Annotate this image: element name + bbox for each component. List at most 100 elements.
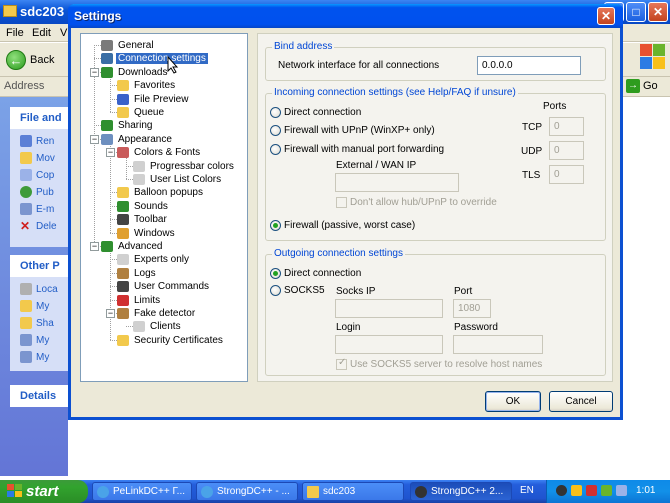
tree-item-label: Experts only xyxy=(134,254,190,266)
tree-expander-appearance[interactable]: − xyxy=(90,134,99,144)
tree-item-label: Advanced xyxy=(118,241,163,252)
tree-item-label: General xyxy=(118,40,154,51)
tree-item-clients[interactable]: Clients xyxy=(133,320,183,333)
radio-icon xyxy=(270,268,281,279)
socks5-radio[interactable]: SOCKS5 xyxy=(270,285,325,296)
tree-expander-downloads[interactable]: − xyxy=(90,67,99,77)
passive-firewall-radio[interactable]: Firewall (passive, worst case) xyxy=(270,220,415,231)
tree-connector xyxy=(110,219,117,221)
tree-item-logs[interactable]: Logs xyxy=(117,267,158,280)
tree-item-progressbar-colors[interactable]: Progressbar colors xyxy=(133,160,236,173)
ports-label: Ports xyxy=(543,101,567,112)
place-link-my-computer[interactable]: My xyxy=(20,334,49,346)
delete-icon: ✕ xyxy=(20,219,31,233)
tree-item-security-certificates[interactable]: Security Certificates xyxy=(117,334,225,347)
tree-expander-colors-fonts[interactable]: − xyxy=(106,148,115,158)
tree-expander-fake-detector[interactable]: − xyxy=(106,309,115,318)
network-tray-icon[interactable] xyxy=(601,485,612,496)
go-button[interactable]: → Go xyxy=(626,79,658,93)
taskbar-button-strongdc[interactable]: StrongDC++ - ... xyxy=(196,482,298,501)
settings-close-button[interactable]: ✕ xyxy=(597,7,615,25)
socks-ip-input[interactable] xyxy=(335,299,443,318)
tree-item-experts-only[interactable]: Experts only xyxy=(117,253,191,266)
network-interface-input[interactable] xyxy=(477,56,581,75)
tree-item-appearance[interactable]: Appearance xyxy=(101,133,174,146)
resolve-hostnames-checkbox[interactable]: Use SOCKS5 server to resolve host names xyxy=(336,357,542,370)
task-link-delete[interactable]: ✕ Dele xyxy=(20,220,57,232)
file-tasks-header[interactable]: File and xyxy=(10,107,68,129)
task-link-rename[interactable]: Ren xyxy=(20,135,54,147)
tree-expander-advanced[interactable]: − xyxy=(90,242,99,251)
tree-item-queue[interactable]: Queue xyxy=(117,106,166,119)
menu-view[interactable]: V xyxy=(60,27,67,39)
strongdc-tray-icon[interactable] xyxy=(556,485,567,496)
task-link-copy[interactable]: Cop xyxy=(20,169,54,181)
tree-connector xyxy=(110,286,117,288)
outgoing-group: Outgoing connection settings Direct conn… xyxy=(265,248,606,376)
tree-item-limits[interactable]: Limits xyxy=(117,294,162,307)
tree-item-balloon-popups[interactable]: Balloon popups xyxy=(117,186,205,199)
tcp-port-input[interactable] xyxy=(549,117,584,136)
folder-icon xyxy=(307,485,319,498)
outgoing-direct-radio[interactable]: Direct connection xyxy=(270,268,361,279)
start-button[interactable]: start xyxy=(0,480,88,503)
details-header[interactable]: Details xyxy=(10,385,68,407)
drive-icon xyxy=(20,283,32,295)
password-input[interactable] xyxy=(453,335,543,354)
udp-port-input[interactable] xyxy=(549,141,584,160)
antivirus-tray-icon[interactable] xyxy=(586,485,597,496)
other-places-header[interactable]: Other P xyxy=(10,255,68,277)
task-link-publish[interactable]: Pub xyxy=(20,186,54,198)
security-tray-icon[interactable] xyxy=(571,485,582,496)
go-label: Go xyxy=(643,80,658,92)
place-link-my-network[interactable]: My xyxy=(20,351,49,363)
back-button[interactable]: ← Back xyxy=(6,48,54,72)
tree-item-windows[interactable]: Windows xyxy=(117,227,177,240)
tree-item-general[interactable]: General xyxy=(101,39,156,52)
network-interface-label: Network interface for all connections xyxy=(278,60,440,71)
place-link-local[interactable]: Loca xyxy=(20,283,58,295)
ok-button[interactable]: OK xyxy=(485,391,541,412)
tree-item-file-preview[interactable]: File Preview xyxy=(117,93,190,106)
taskbar-button-pelinkdc[interactable]: PeLinkDC++ Г... xyxy=(92,482,192,501)
tree-item-favorites[interactable]: Favorites xyxy=(117,79,177,92)
external-ip-input[interactable] xyxy=(335,173,459,192)
tree-item-sharing[interactable]: Sharing xyxy=(101,119,154,132)
tree-item-sounds[interactable]: Sounds xyxy=(117,200,170,213)
language-indicator[interactable]: EN xyxy=(520,485,534,496)
taskbar-button-strongdc-2[interactable]: StrongDC++ 2... xyxy=(410,482,512,501)
place-link-shared[interactable]: Sha xyxy=(20,317,54,329)
manual-forwarding-radio[interactable]: Firewall with manual port forwarding xyxy=(270,144,444,155)
upnp-radio[interactable]: Firewall with UPnP (WinXP+ only) xyxy=(270,125,435,136)
port-label: Port xyxy=(454,286,473,297)
checkbox-icon xyxy=(336,357,347,370)
tree-connector xyxy=(126,179,133,180)
dont-allow-override-checkbox[interactable]: Don't allow hub/UPnP to override xyxy=(336,197,497,208)
volume-tray-icon[interactable] xyxy=(616,485,627,496)
task-link-email[interactable]: E-m xyxy=(20,203,54,215)
menu-edit[interactable]: Edit xyxy=(32,27,51,39)
socks-port-input[interactable] xyxy=(453,299,491,318)
menu-file[interactable]: File xyxy=(6,27,24,39)
task-link-move[interactable]: Mov xyxy=(20,152,55,164)
tree-item-user-commands[interactable]: User Commands xyxy=(117,280,211,293)
close-button[interactable]: ✕ xyxy=(648,2,668,22)
tree-item-connection-settings[interactable]: Connection settings xyxy=(101,52,208,65)
tree-item-toolbar[interactable]: Toolbar xyxy=(117,213,169,226)
tree-item-label: User List Colors xyxy=(150,174,222,185)
password-label: Password xyxy=(454,322,498,333)
tree-item-colors-fonts[interactable]: Colors & Fonts xyxy=(117,146,202,159)
tree-item-user-list-colors[interactable]: User List Colors xyxy=(133,173,223,186)
maximize-button[interactable]: □ xyxy=(626,2,646,22)
folder-icon xyxy=(20,317,32,329)
tcp-label: TCP xyxy=(522,122,542,133)
login-input[interactable] xyxy=(335,335,443,354)
direct-connection-radio[interactable]: Direct connection xyxy=(270,107,361,118)
tree-item-advanced[interactable]: Advanced xyxy=(101,240,164,253)
taskbar-button-sdc203[interactable]: sdc203 xyxy=(302,482,404,501)
tree-item-downloads[interactable]: Downloads xyxy=(101,66,169,79)
place-link-my-documents[interactable]: My xyxy=(20,300,49,312)
cancel-button[interactable]: Cancel xyxy=(549,391,613,412)
tree-item-fake-detector[interactable]: Fake detector xyxy=(117,307,197,320)
tls-port-input[interactable] xyxy=(549,165,584,184)
